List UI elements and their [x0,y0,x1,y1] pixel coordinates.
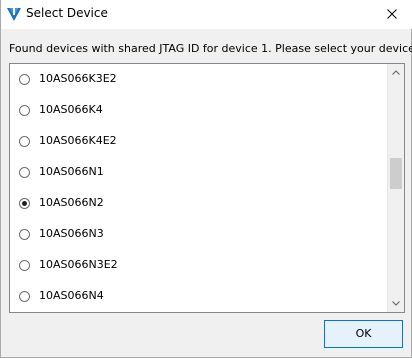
device-list-item[interactable]: 10AS066N4 [10,283,388,312]
chevron-down-icon [392,301,400,306]
radio-button[interactable] [19,74,30,85]
radio-button-selected[interactable] [19,198,30,209]
radio-button[interactable] [19,167,30,178]
radio-button[interactable] [19,291,30,302]
close-icon [387,9,397,19]
device-list-viewport: 10AS066K3E2 10AS066K4 10AS066K4E2 10AS066N1… [10,64,388,312]
device-name-label: 10AS066N3E2 [39,258,118,271]
device-list-item[interactable]: 10AS066K4E2 [10,128,388,159]
scroll-thumb[interactable] [390,158,402,189]
device-list-item[interactable]: 10AS066N2 [10,190,388,221]
scroll-up-button[interactable] [388,64,404,81]
chevron-up-icon [392,70,400,75]
device-name-label: 10AS066K4 [39,103,103,116]
app-logo-icon [7,6,21,22]
radio-button[interactable] [19,105,30,116]
device-name-label: 10AS066N1 [39,165,104,178]
device-list-item[interactable]: 10AS066K3E2 [10,66,388,97]
device-name-label: 10AS066K4E2 [39,134,117,147]
device-list-item[interactable]: 10AS066N3E2 [10,252,388,283]
select-device-dialog: Select Device Found devices with shared … [0,0,412,358]
device-list-item[interactable]: 10AS066N3 [10,221,388,252]
ok-button[interactable]: OK [324,320,403,348]
scroll-down-button[interactable] [388,295,404,312]
instruction-text: Found devices with shared JTAG ID for de… [9,42,412,55]
window-title: Select Device [26,6,108,20]
device-list-item[interactable]: 10AS066K4 [10,97,388,128]
device-name-label: 10AS066K3E2 [39,72,117,85]
radio-button[interactable] [19,136,30,147]
title-bar: Select Device [1,0,412,29]
device-name-label: 10AS066N2 [39,196,104,209]
vertical-scrollbar[interactable] [387,64,404,312]
device-name-label: 10AS066N4 [39,289,104,302]
radio-button[interactable] [19,260,30,271]
device-list-item[interactable]: 10AS066N1 [10,159,388,190]
close-button[interactable] [372,0,412,29]
radio-button[interactable] [19,229,30,240]
device-name-label: 10AS066N3 [39,227,104,240]
device-list[interactable]: 10AS066K3E2 10AS066K4 10AS066K4E2 10AS066N1… [9,63,405,313]
